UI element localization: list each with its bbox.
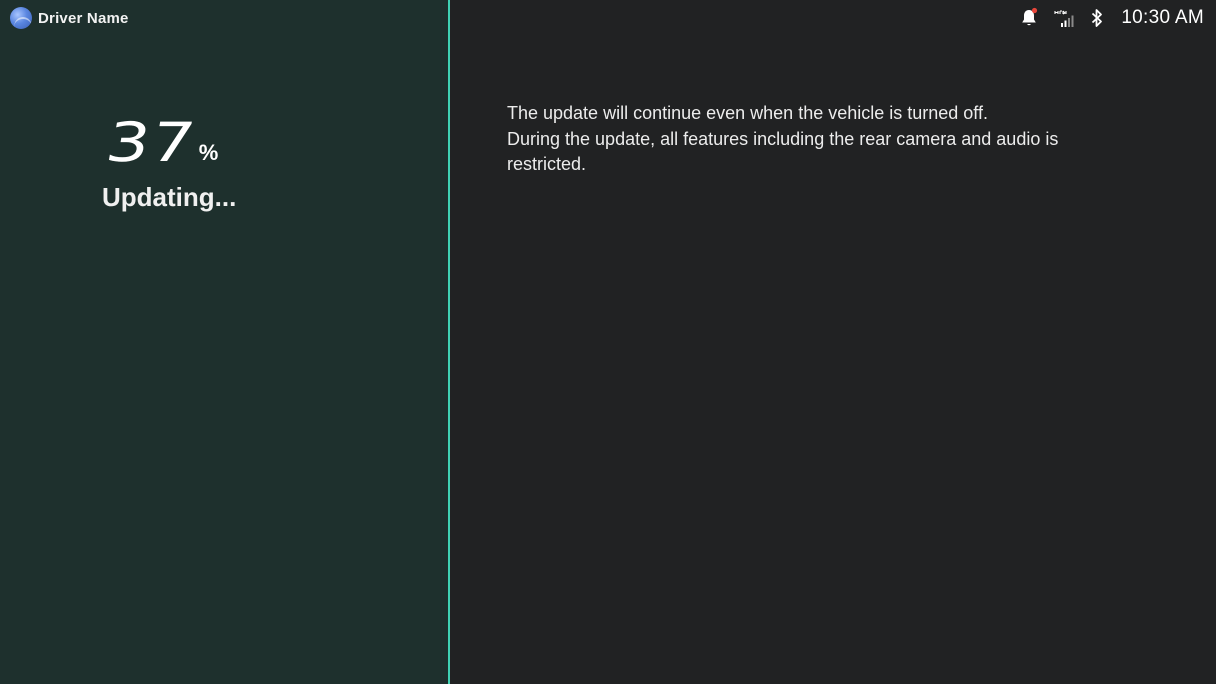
message-line-1: The update will continue even when the v… bbox=[507, 103, 988, 123]
bluetooth-icon[interactable] bbox=[1089, 7, 1105, 29]
progress-readout: 37 % bbox=[101, 111, 236, 174]
update-screen: Driver Name 37 % Updating... The update … bbox=[0, 0, 1216, 684]
update-progress: 37 % Updating... bbox=[101, 111, 237, 213]
clock: 10:30 AM bbox=[1121, 7, 1204, 28]
bell-icon[interactable] bbox=[1019, 7, 1039, 29]
avatar bbox=[10, 7, 32, 29]
signal-icon bbox=[1053, 7, 1077, 29]
driver-profile[interactable]: Driver Name bbox=[10, 6, 129, 30]
progress-percent: 37 bbox=[101, 111, 201, 174]
driver-name: Driver Name bbox=[38, 9, 129, 27]
percent-symbol: % bbox=[198, 140, 219, 165]
progress-panel: Driver Name 37 % Updating... bbox=[0, 0, 448, 684]
update-message: The update will continue even when the v… bbox=[507, 101, 1127, 178]
update-status: Updating... bbox=[102, 182, 237, 212]
status-bar: 10:30 AM bbox=[1019, 6, 1204, 30]
message-line-2: During the update, all features includin… bbox=[507, 128, 1059, 175]
